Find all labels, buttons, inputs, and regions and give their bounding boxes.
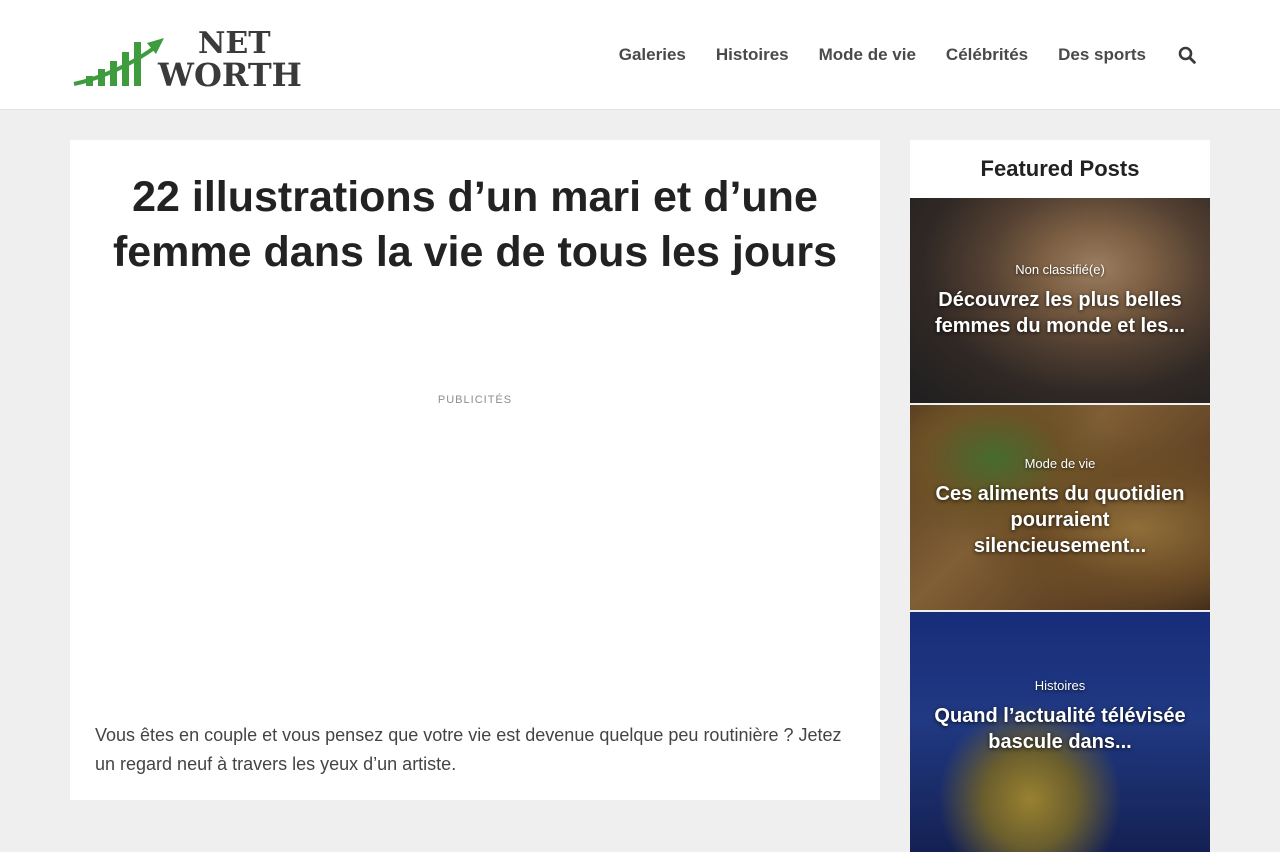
featured-post-title[interactable]: Ces aliments du quotidien pourraient sil… bbox=[926, 481, 1194, 559]
featured-post-title[interactable]: Découvrez les plus belles femmes du mond… bbox=[926, 287, 1194, 339]
nav-celebrites[interactable]: Célébrités bbox=[946, 45, 1028, 65]
nav-des-sports[interactable]: Des sports bbox=[1058, 45, 1146, 65]
nav-galeries[interactable]: Galeries bbox=[619, 45, 686, 65]
site-logo[interactable]: NET WORTH bbox=[72, 28, 336, 90]
search-icon[interactable] bbox=[1178, 46, 1196, 64]
featured-post-category[interactable]: Histoires bbox=[1035, 678, 1086, 693]
article-intro: Vous êtes en couple et vous pensez que v… bbox=[95, 725, 842, 774]
networth-logo-icon: NET WORTH bbox=[73, 28, 302, 90]
featured-post-card[interactable]: Histoires Quand l’actualité télévisée ba… bbox=[910, 612, 1210, 852]
featured-post-card[interactable]: Mode de vie Ces aliments du quotidien po… bbox=[910, 405, 1210, 610]
featured-post-category[interactable]: Non classifié(e) bbox=[1015, 262, 1105, 277]
featured-post-card[interactable]: Non classifié(e) Découvrez les plus bell… bbox=[910, 198, 1210, 403]
article-title: 22 illustrations d’un mari et d’une femm… bbox=[112, 173, 838, 276]
main-nav: Galeries Histoires Mode de vie Célébrité… bbox=[589, 0, 1196, 110]
svg-text:WORTH: WORTH bbox=[157, 56, 302, 90]
featured-posts-sidebar: Featured Posts Non classifié(e) Découvre… bbox=[910, 140, 1210, 852]
ad-label: PUBLICITÉS bbox=[437, 394, 513, 406]
featured-posts-title: Featured Posts bbox=[910, 140, 1210, 198]
nav-mode-de-vie[interactable]: Mode de vie bbox=[819, 45, 916, 65]
featured-post-title[interactable]: Quand l’actualité télévisée bascule dans… bbox=[926, 703, 1194, 755]
nav-histoires[interactable]: Histoires bbox=[716, 45, 789, 65]
site-header: NET WORTH Galeries Histoires Mode de vie… bbox=[0, 0, 1280, 110]
article-main: 22 illustrations d’un mari et d’une femm… bbox=[70, 140, 880, 800]
featured-post-category[interactable]: Mode de vie bbox=[1025, 456, 1096, 471]
